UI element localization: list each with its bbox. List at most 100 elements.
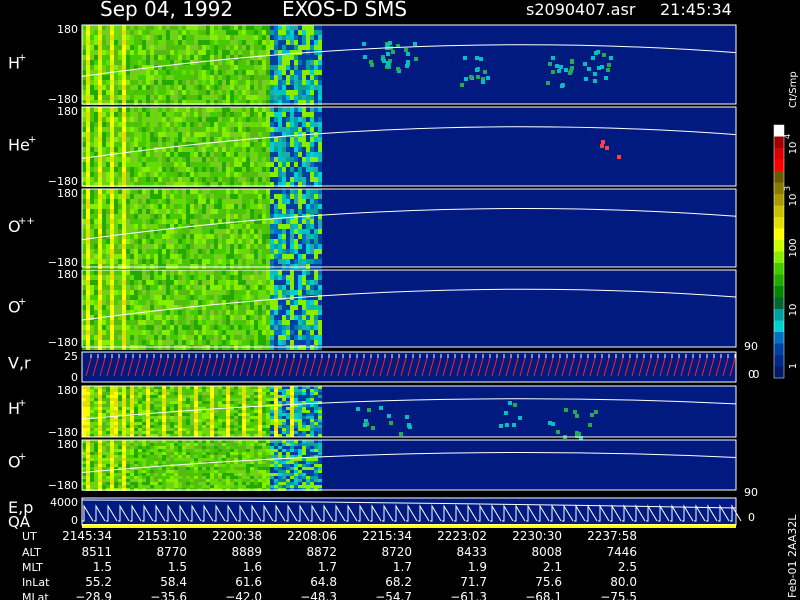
spec-cell (238, 398, 242, 401)
spec-cell (294, 30, 298, 35)
spec-cell (118, 157, 122, 162)
spec-cell (254, 259, 258, 264)
spec-cell (118, 204, 122, 209)
spec-cell (254, 340, 258, 345)
spec-cell (178, 234, 182, 239)
spec-cell (134, 214, 138, 219)
spec-cell (238, 401, 242, 404)
spec-cell (258, 340, 262, 345)
spec-cell (266, 65, 270, 70)
spec-cell (186, 340, 190, 345)
spec-cell (250, 60, 254, 65)
spec-cell (194, 300, 198, 305)
spec-cell (90, 219, 94, 224)
spec-cell (282, 55, 286, 60)
spec-cell (174, 70, 178, 75)
spec-cell (146, 398, 150, 401)
spec-cell (258, 224, 262, 229)
spec-cell (94, 239, 98, 244)
spec-cell (254, 152, 258, 157)
spec-cell (214, 90, 218, 95)
spec-cell (182, 398, 186, 401)
spec-cell (150, 410, 154, 413)
spec-cell (110, 401, 114, 404)
spec-cell (306, 189, 310, 194)
spec-cell (170, 75, 174, 80)
spec-cell (270, 398, 274, 401)
spec-cell (262, 224, 266, 229)
spec-cell (118, 30, 122, 35)
spec-cell (290, 40, 294, 45)
spec-cell (154, 40, 158, 45)
spec-cell (262, 214, 266, 219)
spec-cell (250, 25, 254, 30)
spec-cell (242, 132, 246, 137)
spec-cell (214, 85, 218, 90)
spec-cell (134, 416, 138, 419)
spec-cell (218, 234, 222, 239)
spec-cell (130, 172, 134, 177)
spec-cell (270, 315, 274, 320)
spec-cell (274, 395, 278, 398)
spec-cell (270, 209, 274, 214)
spec-cell (310, 204, 314, 209)
spec-cell (290, 320, 294, 325)
spec-cell (102, 45, 106, 50)
spec-cell (142, 290, 146, 295)
spec-cell (118, 431, 122, 434)
spec-cell (138, 401, 142, 404)
spec-cell (206, 209, 210, 214)
spec-cell (122, 320, 126, 325)
spec-cell (90, 224, 94, 229)
spec-cell (226, 204, 230, 209)
spec-cell (234, 189, 238, 194)
spec-cell (174, 95, 178, 100)
spec-cell (242, 392, 246, 395)
spec-cell (166, 335, 170, 340)
spec-cell (146, 410, 150, 413)
spec-cell (162, 280, 166, 285)
spec-cell (294, 300, 298, 305)
spec-cell (98, 35, 102, 40)
spec-cell (234, 117, 238, 122)
spec-cell (214, 254, 218, 259)
spec-cell (310, 285, 314, 290)
spec-cell (314, 340, 318, 345)
spec-cell (130, 199, 134, 204)
spec-cell (234, 234, 238, 239)
panel-background (82, 352, 736, 382)
spec-cell (234, 340, 238, 345)
spec-cell (194, 177, 198, 182)
spec-cell (246, 254, 250, 259)
spec-cell (134, 127, 138, 132)
spec-cell (210, 270, 214, 275)
spec-cell (122, 122, 126, 127)
spec-cell (226, 295, 230, 300)
spec-cell (126, 431, 130, 434)
spec-cell (198, 310, 202, 315)
spec-cell (238, 404, 242, 407)
spec-cell (254, 392, 258, 395)
spec-cell (250, 224, 254, 229)
spec-cell (98, 75, 102, 80)
spec-cell (186, 320, 190, 325)
spec-cell (234, 413, 238, 416)
spec-cell (162, 142, 166, 147)
spec-cell (206, 340, 210, 345)
spec-cell (166, 413, 170, 416)
spec-cell (98, 40, 102, 45)
spec-cell (198, 239, 202, 244)
spec-blob (405, 64, 409, 68)
spec-cell (178, 30, 182, 35)
spec-cell (210, 209, 214, 214)
spec-cell (138, 259, 142, 264)
spec-cell (162, 50, 166, 55)
spec-cell (170, 310, 174, 315)
spec-cell (234, 132, 238, 137)
spec-cell (130, 295, 134, 300)
spec-cell (138, 219, 142, 224)
spec-cell (138, 95, 142, 100)
spec-cell (222, 147, 226, 152)
spec-cell (226, 80, 230, 85)
spec-cell (242, 275, 246, 280)
